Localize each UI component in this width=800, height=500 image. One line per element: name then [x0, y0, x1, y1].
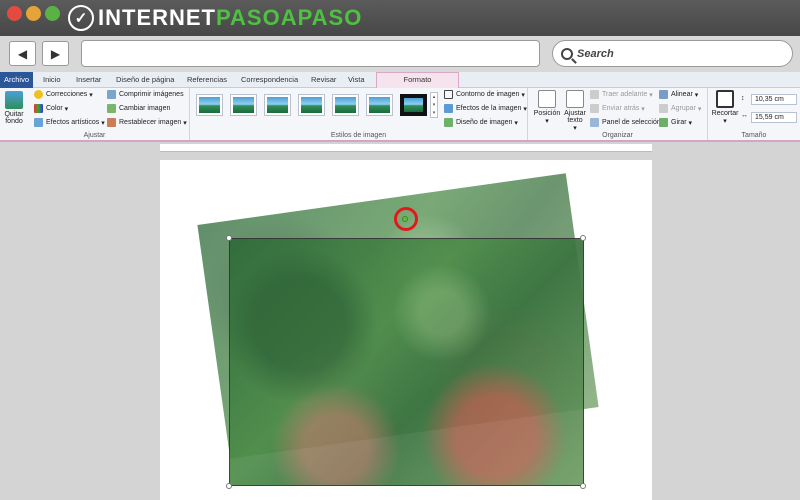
group-label-estilos: Estilos de imagen [330, 132, 387, 139]
group-tamano: Recortar ▾ ↕ 10,35 cm ↔ 15,59 cm Tamaño [708, 88, 800, 140]
tab-formato[interactable]: Formato [376, 72, 459, 88]
group-organizar: Posición ▾ Ajustar texto ▾ Traer adelante … [528, 88, 708, 140]
palette-icon [34, 104, 43, 113]
close-window-button[interactable] [7, 6, 22, 21]
tab-revisar[interactable]: Revisar [311, 72, 336, 88]
art-effects-icon [34, 118, 43, 127]
address-bar[interactable] [81, 40, 540, 67]
rotate-icon [659, 118, 668, 127]
wrap-text-icon [566, 90, 584, 108]
tab-insertar[interactable]: Insertar [76, 72, 101, 88]
height-field[interactable]: 10,35 cm [751, 94, 797, 105]
minimize-window-button[interactable] [26, 6, 41, 21]
picture-style-1[interactable] [196, 94, 223, 116]
maximize-window-button[interactable] [45, 6, 60, 21]
effects-icon [444, 104, 453, 113]
tab-diseno-pagina[interactable]: Diseño de página [116, 72, 174, 88]
picture-style-6[interactable] [366, 94, 393, 116]
efectos-artisticos-button[interactable]: Efectos artísticos ▾ [34, 118, 105, 127]
ribbon: Quitar fondo Correcciones ▾ Color ▾ Efec… [0, 88, 800, 142]
arrow-right-icon: ▶ [50, 46, 61, 61]
sun-icon [34, 90, 43, 99]
logo-main-text: INTERNET [98, 5, 216, 30]
resize-handle[interactable] [580, 235, 586, 241]
logo-icon: ✓ [68, 5, 94, 31]
tab-inicio[interactable]: Inicio [43, 72, 61, 88]
correcciones-button[interactable]: Correcciones ▾ [34, 90, 93, 99]
layout-icon [444, 118, 453, 127]
quitar-fondo-button[interactable]: Quitar fondo [2, 91, 26, 125]
picture-style-2[interactable] [230, 94, 257, 116]
back-button[interactable]: ◀ [9, 41, 36, 66]
group-estilos-imagen: ▴ ▾ ▾ Contorno de imagen ▾ Efectos de la i… [190, 88, 528, 140]
tab-archivo[interactable]: Archivo [0, 72, 33, 88]
group-label-tamano: Tamaño [741, 132, 767, 139]
ajustar-texto-button[interactable]: Ajustar texto ▾ [560, 90, 590, 132]
comprimir-imagenes-button[interactable]: Comprimir imágenes [107, 90, 184, 99]
restablecer-imagen-button[interactable]: Restablecer imagen ▾ [107, 118, 187, 127]
search-icon [561, 47, 573, 60]
group-ajustar: Quitar fondo Correcciones ▾ Color ▾ Efec… [0, 88, 190, 140]
logo-accent-text: PASOAPASO [216, 5, 363, 30]
outline-icon [444, 90, 453, 99]
panel-seleccion-button[interactable]: Panel de selección [590, 118, 661, 127]
tab-vista[interactable]: Vista [348, 72, 365, 88]
resize-handle[interactable] [580, 483, 586, 489]
group-label-ajustar: Ajustar [83, 132, 106, 139]
traer-adelante-button[interactable]: Traer adelante ▾ [590, 90, 653, 99]
resize-handle[interactable] [226, 483, 232, 489]
selection-pane-icon [590, 118, 599, 127]
remove-background-icon [5, 91, 23, 109]
contorno-imagen-button[interactable]: Contorno de imagen ▾ [444, 90, 525, 99]
change-picture-icon [107, 104, 116, 113]
resize-handle[interactable] [226, 235, 232, 241]
selected-image[interactable] [229, 238, 584, 486]
picture-style-7[interactable] [400, 94, 427, 116]
girar-button[interactable]: Girar ▾ [659, 118, 692, 127]
browser-titlebar: ✓ INTERNETPASOAPASO [0, 0, 800, 36]
width-icon: ↔ [741, 112, 748, 119]
arrow-left-icon: ◀ [17, 46, 28, 61]
group-icon [659, 104, 668, 113]
align-icon [659, 90, 668, 99]
tab-correspondencia[interactable]: Correspondencia [241, 72, 298, 88]
browser-navbar: ◀ ▶ Search [0, 36, 800, 72]
gallery-scroll[interactable]: ▴ ▾ ▾ [430, 92, 438, 118]
height-icon: ↕ [741, 95, 745, 102]
send-backward-icon [590, 104, 599, 113]
rotation-handle[interactable] [402, 216, 408, 222]
position-icon [538, 90, 556, 108]
previous-page-edge [160, 144, 652, 152]
enviar-atras-button[interactable]: Enviar atrás ▾ [590, 104, 645, 113]
bring-forward-icon [590, 90, 599, 99]
site-logo: ✓ INTERNETPASOAPASO [68, 4, 362, 32]
search-label: Search [577, 47, 614, 60]
search-input[interactable]: Search [552, 40, 793, 67]
diseno-imagen-button[interactable]: Diseño de imagen ▾ [444, 118, 518, 127]
recortar-button[interactable]: Recortar ▾ [710, 90, 740, 125]
group-label-organizar: Organizar [602, 132, 633, 139]
tab-referencias[interactable]: Referencias [187, 72, 227, 88]
reset-picture-icon [107, 118, 116, 127]
picture-style-4[interactable] [298, 94, 325, 116]
agrupar-button[interactable]: Agrupar ▾ [659, 104, 701, 113]
forward-button[interactable]: ▶ [42, 41, 69, 66]
alinear-button[interactable]: Alinear ▾ [659, 90, 698, 99]
picture-style-3[interactable] [264, 94, 291, 116]
posicion-button[interactable]: Posición ▾ [532, 90, 562, 125]
crop-icon [716, 90, 734, 108]
compress-icon [107, 90, 116, 99]
efectos-imagen-button[interactable]: Efectos de la imagen ▾ [444, 104, 527, 113]
picture-style-5[interactable] [332, 94, 359, 116]
width-field[interactable]: 15,59 cm [751, 112, 797, 123]
color-button[interactable]: Color ▾ [34, 104, 68, 113]
cambiar-imagen-button[interactable]: Cambiar imagen [107, 104, 170, 113]
